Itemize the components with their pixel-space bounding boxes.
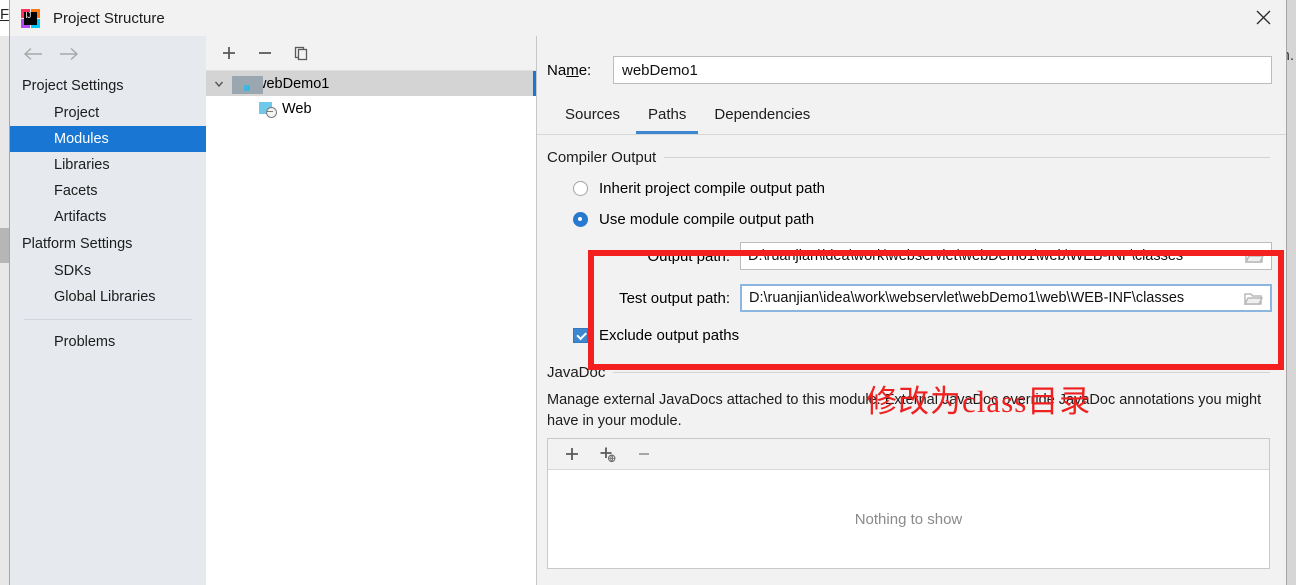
output-path-label: Output path:: [647, 247, 730, 265]
test-output-path-value: D:\ruanjian\idea\work\webservlet\webDemo…: [749, 290, 1185, 306]
tabs-underline: [537, 134, 1286, 135]
javadoc-toolbar: [548, 439, 1269, 471]
sidebar-item-project[interactable]: Project: [10, 100, 206, 126]
sidebar-divider: [24, 319, 192, 320]
sidebar-item-libraries[interactable]: Libraries: [10, 152, 206, 178]
dialog-body: Project Settings Project Modules Librari…: [10, 36, 1286, 585]
plus-icon[interactable]: [219, 43, 239, 63]
chevron-down-icon[interactable]: [206, 78, 232, 90]
web-facet-icon: [258, 101, 277, 118]
radio-use-module-output[interactable]: Use module compile output path: [573, 211, 1286, 228]
output-path-field[interactable]: D:\ruanjian\idea\work\webservlet\webDemo…: [740, 242, 1272, 270]
radio-button-unselected-icon[interactable]: [573, 181, 588, 196]
arrow-right-icon[interactable]: [58, 47, 80, 61]
exclude-output-paths-row[interactable]: Exclude output paths: [573, 327, 1286, 344]
sidebar-group-platform-settings: Platform Settings: [22, 236, 133, 252]
tab-sources[interactable]: Sources: [553, 102, 632, 134]
radio-inherit-project-output[interactable]: Inherit project compile output path: [573, 180, 1286, 197]
sidebar-item-problems[interactable]: Problems: [10, 329, 206, 355]
radio-button-selected-icon[interactable]: [573, 212, 588, 227]
remove-icon[interactable]: [634, 444, 654, 464]
copy-icon[interactable]: [291, 43, 311, 63]
folder-browse-icon[interactable]: [1237, 243, 1271, 269]
module-icon: [232, 76, 263, 94]
intellij-idea-logo-icon: [21, 8, 40, 28]
arrow-left-icon[interactable]: [22, 47, 44, 61]
tab-paths[interactable]: Paths: [636, 102, 699, 134]
sidebar-item-sdks[interactable]: SDKs: [10, 258, 206, 284]
javadoc-empty-message: Nothing to show: [854, 510, 963, 528]
sidebar-item-modules[interactable]: Modules: [10, 126, 215, 152]
module-details-panel: Name: Sources Paths Dependencies Compile…: [537, 36, 1286, 585]
project-structure-dialog: Project Structure Project Settings Proje…: [9, 0, 1287, 585]
section-rule: [664, 157, 1270, 158]
javadoc-description: Manage external JavaDocs attached to thi…: [547, 392, 1262, 430]
test-output-path-field[interactable]: D:\ruanjian\idea\work\webservlet\webDemo…: [740, 284, 1272, 312]
section-rule: [613, 372, 1270, 373]
background-scrollbar-thumb[interactable]: [0, 228, 9, 263]
background-menu-fragment-text: F: [0, 6, 10, 23]
compiler-output-section-header: Compiler Output: [547, 149, 1270, 166]
output-path-value: D:\ruanjian\idea\work\webservlet\webDemo…: [748, 248, 1184, 264]
tree-node-label: Web: [282, 100, 312, 117]
tree-row[interactable]: Web: [206, 96, 536, 121]
background-right-edge: [1286, 0, 1296, 585]
radio-label: Inherit project compile output path: [599, 180, 825, 197]
close-icon[interactable]: [1240, 0, 1286, 35]
dialog-titlebar: Project Structure: [10, 0, 1286, 37]
module-tree-panel: webDemo1 Web: [206, 36, 537, 585]
sidebar-nav-arrows: [10, 36, 206, 72]
settings-sidebar: Project Settings Project Modules Librari…: [10, 36, 215, 585]
test-output-path-row: Test output path: D:\ruanjian\idea\work\…: [537, 284, 1286, 312]
exclude-output-paths-label: Exclude output paths: [599, 327, 740, 344]
sidebar-item-artifacts[interactable]: Artifacts: [10, 204, 206, 230]
add-icon[interactable]: [562, 444, 582, 464]
checkbox-checked-icon[interactable]: [573, 328, 588, 343]
module-name-row: Name:: [537, 36, 1286, 84]
module-tree-toolbar: [206, 36, 536, 71]
page-title: Project Structure: [53, 9, 165, 27]
javadoc-section-header: JavaDoc: [547, 364, 1270, 381]
sidebar-item-global-libraries[interactable]: Global Libraries: [10, 284, 206, 310]
background-menu-fragment: F: [0, 6, 9, 23]
background-scrollbar-track[interactable]: [0, 36, 9, 585]
radio-label: Use module compile output path: [599, 211, 815, 228]
output-path-row: Output path: D:\ruanjian\idea\work\webse…: [537, 242, 1286, 270]
minus-icon[interactable]: [255, 43, 275, 63]
module-name-label: Name:: [547, 61, 592, 79]
javadoc-section-title: JavaDoc: [547, 364, 606, 381]
sidebar-group-project-settings: Project Settings: [22, 78, 124, 94]
folder-browse-icon[interactable]: [1236, 286, 1270, 310]
sidebar-item-facets[interactable]: Facets: [10, 178, 206, 204]
javadoc-list-box: Nothing to show: [547, 438, 1270, 570]
tree-node-label: webDemo1: [256, 75, 330, 92]
compiler-output-section-title: Compiler Output: [547, 149, 657, 166]
module-name-input[interactable]: [613, 56, 1272, 84]
tree-row[interactable]: webDemo1: [206, 71, 536, 96]
add-url-icon[interactable]: [598, 444, 618, 464]
module-tabs: Sources Paths Dependencies: [553, 102, 1286, 134]
test-output-path-label: Test output path:: [619, 289, 730, 307]
tab-dependencies[interactable]: Dependencies: [702, 102, 822, 134]
